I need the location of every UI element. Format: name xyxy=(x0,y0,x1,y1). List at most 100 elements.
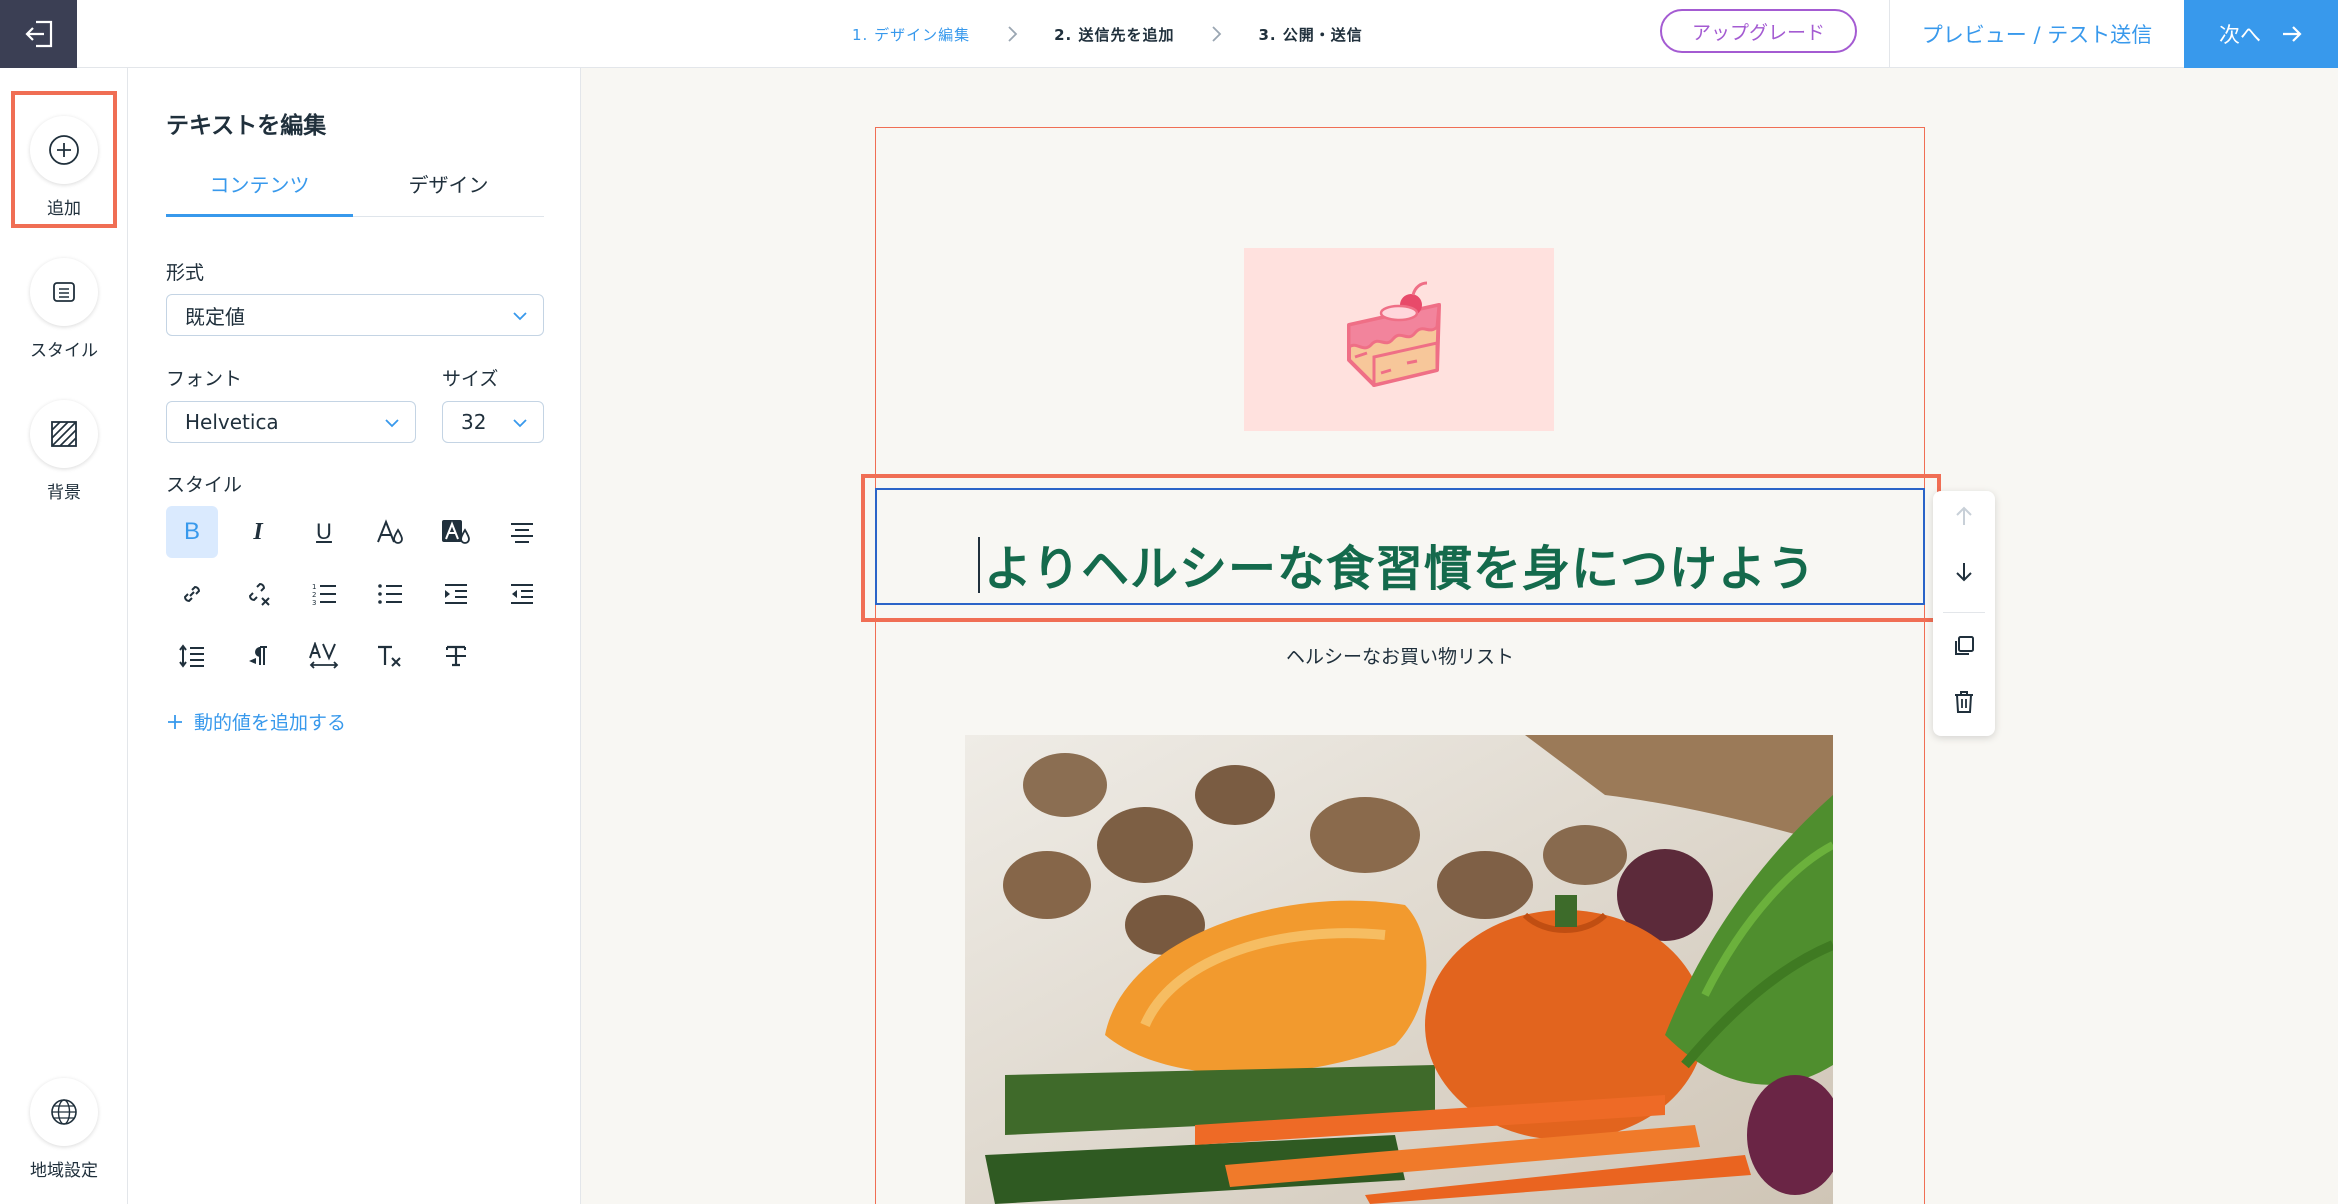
step-breadcrumb: 1. デザイン編集 2. 送信先を追加 3. 公開・送信 xyxy=(852,0,1363,68)
duplicate-icon xyxy=(1955,636,1974,655)
duplicate-button[interactable] xyxy=(1933,621,1995,671)
upgrade-button[interactable]: アップグレード xyxy=(1660,9,1857,53)
heading-text-block[interactable]: よりヘルシーな食習慣を身につけよう xyxy=(875,488,1925,605)
size-value: 32 xyxy=(461,410,487,434)
preview-test-send-button[interactable]: プレビュー / テスト送信 xyxy=(1890,0,2184,68)
format-select[interactable]: 既定値 xyxy=(166,294,544,336)
subheading-text[interactable]: ヘルシーなお買い物リスト xyxy=(875,642,1925,669)
align-center-button[interactable] xyxy=(496,506,548,558)
tab-design[interactable]: デザイン xyxy=(353,173,544,217)
rail-locale-label: 地域設定 xyxy=(30,1161,98,1181)
heading-text[interactable]: よりヘルシーな食習慣を身につけよう xyxy=(984,541,1816,597)
edit-text-panel: テキストを編集 コンテンツ デザイン 形式 既定値 フォント Helvetica… xyxy=(128,68,581,1204)
add-dynamic-value-label: 動的値を追加する xyxy=(194,712,347,734)
locale-circle[interactable] xyxy=(30,1078,98,1146)
next-button[interactable]: 次へ xyxy=(2184,0,2338,68)
text-direction-button[interactable] xyxy=(232,630,284,682)
layers-icon xyxy=(53,282,75,302)
next-button-label: 次へ xyxy=(2219,23,2261,47)
unlink-icon xyxy=(248,582,270,606)
rail-style-label: スタイル xyxy=(30,341,98,361)
move-up-button[interactable] xyxy=(1933,491,1995,541)
logo-image[interactable] xyxy=(1244,248,1554,431)
outdent-icon xyxy=(511,584,533,604)
vegetables-photo[interactable] xyxy=(965,735,1833,1204)
font-value: Helvetica xyxy=(185,410,279,434)
format-value: 既定値 xyxy=(185,304,245,329)
add-dynamic-value-link[interactable]: 動的値を追加する xyxy=(166,708,346,735)
italic-button[interactable]: I xyxy=(232,506,284,558)
top-bar: 1. デザイン編集 2. 送信先を追加 3. 公開・送信 アップグレード プレビ… xyxy=(0,0,2338,68)
ordered-list-button[interactable]: 1 2 3 xyxy=(298,568,350,620)
delete-button[interactable] xyxy=(1933,677,1995,727)
highlight-color-icon xyxy=(442,520,470,544)
italic-icon: I xyxy=(253,518,263,545)
left-rail: 追加 スタイル 背景 地域設定 xyxy=(0,68,128,1204)
size-label: サイズ xyxy=(442,368,499,390)
style-label: スタイル xyxy=(166,474,243,496)
link-button[interactable] xyxy=(166,568,218,620)
move-down-button[interactable] xyxy=(1933,547,1995,597)
svg-text:3: 3 xyxy=(312,599,316,607)
plus-icon xyxy=(168,714,182,729)
background-circle[interactable] xyxy=(30,400,98,468)
trash-icon xyxy=(1955,691,1973,713)
underline-icon: U xyxy=(316,519,332,544)
step-publish-send[interactable]: 3. 公開・送信 xyxy=(1258,24,1362,45)
line-height-icon xyxy=(179,644,204,668)
letter-spacing-button[interactable] xyxy=(298,630,350,682)
chevron-right-icon xyxy=(1006,25,1018,43)
bold-button[interactable]: B xyxy=(166,506,218,558)
line-height-button[interactable] xyxy=(166,630,218,682)
bullet-list-button[interactable] xyxy=(364,568,416,620)
heading-text-wrapper[interactable]: よりヘルシーな食習慣を身につけよう xyxy=(977,529,1816,599)
font-label: フォント xyxy=(166,368,243,390)
outdent-button[interactable] xyxy=(496,568,548,620)
svg-text:1: 1 xyxy=(312,583,316,591)
panel-title: テキストを編集 xyxy=(166,113,327,139)
rail-background[interactable]: 背景 xyxy=(0,400,128,503)
chevron-down-icon xyxy=(513,419,527,428)
link-icon xyxy=(183,585,201,603)
text-color-icon xyxy=(377,519,403,544)
arrow-right-icon xyxy=(2283,26,2302,42)
arrow-down-icon xyxy=(1956,563,1972,582)
bold-icon: B xyxy=(183,518,200,545)
tab-contents[interactable]: コンテンツ xyxy=(166,173,353,217)
font-select[interactable]: Helvetica xyxy=(166,401,416,443)
step-add-recipients[interactable]: 2. 送信先を追加 xyxy=(1054,24,1174,45)
size-select[interactable]: 32 xyxy=(442,401,544,443)
background-hatch-icon xyxy=(51,421,77,447)
indent-icon xyxy=(445,584,467,604)
rail-background-label: 背景 xyxy=(47,483,81,503)
panel-tabs: コンテンツ デザイン xyxy=(166,173,544,217)
clear-format-icon xyxy=(378,645,401,667)
rail-locale[interactable]: 地域設定 xyxy=(0,1078,128,1181)
text-caret xyxy=(977,537,980,593)
format-label: 形式 xyxy=(166,262,205,284)
strikethrough-button[interactable] xyxy=(430,630,482,682)
chevron-right-icon xyxy=(1210,25,1222,43)
underline-button[interactable]: U xyxy=(298,506,350,558)
indent-button[interactable] xyxy=(430,568,482,620)
style-circle[interactable] xyxy=(30,258,98,326)
text-color-button[interactable] xyxy=(364,506,416,558)
highlight-color-button[interactable] xyxy=(430,506,482,558)
vegetables-image xyxy=(965,735,1833,1204)
bullet-list-icon xyxy=(378,584,402,604)
exit-button[interactable] xyxy=(0,0,77,68)
rail-style[interactable]: スタイル xyxy=(0,258,128,361)
chevron-down-icon xyxy=(385,419,399,428)
strikethrough-icon xyxy=(446,645,466,667)
chevron-down-icon xyxy=(513,312,527,321)
globe-icon xyxy=(51,1099,77,1125)
letter-spacing-icon xyxy=(309,642,339,669)
add-highlight-frame xyxy=(11,91,117,228)
arrow-up-icon xyxy=(1956,506,1972,525)
clear-format-button[interactable] xyxy=(364,630,416,682)
align-center-icon xyxy=(511,523,533,543)
block-actions-toolbar xyxy=(1933,491,1995,736)
unlink-button[interactable] xyxy=(232,568,284,620)
toolbar-separator xyxy=(1943,612,1985,613)
step-design-edit[interactable]: 1. デザイン編集 xyxy=(852,24,970,45)
